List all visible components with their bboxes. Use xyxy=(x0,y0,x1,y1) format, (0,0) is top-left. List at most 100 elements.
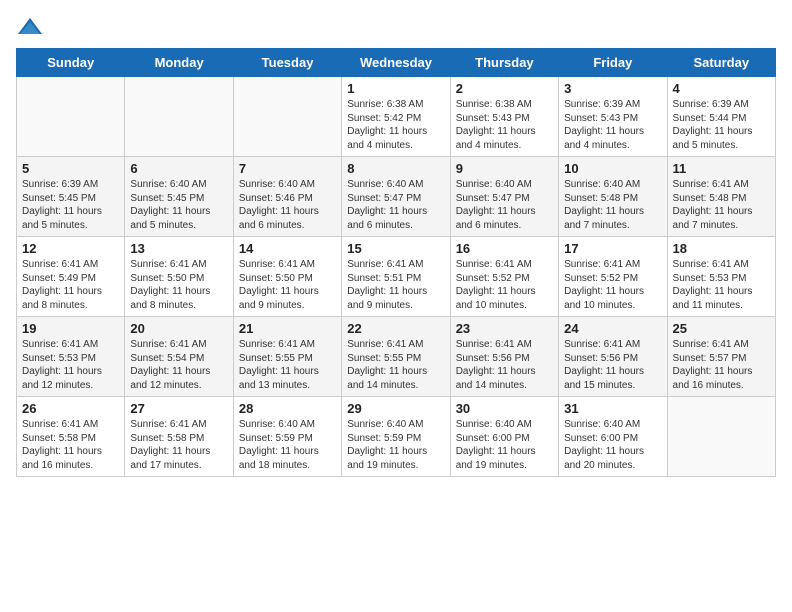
day-header-sunday: Sunday xyxy=(17,49,125,77)
date-number: 13 xyxy=(130,241,227,256)
cell-info: Sunrise: 6:41 AM Sunset: 5:56 PM Dayligh… xyxy=(456,338,553,392)
date-number: 15 xyxy=(347,241,444,256)
date-number: 19 xyxy=(22,321,119,336)
week-row-4: 19 Sunrise: 6:41 AM Sunset: 5:53 PM Dayli… xyxy=(17,317,776,397)
date-number: 11 xyxy=(673,161,770,176)
calendar-cell xyxy=(667,397,775,477)
date-number: 30 xyxy=(456,401,553,416)
calendar-cell: 2 Sunrise: 6:38 AM Sunset: 5:43 PM Daylig… xyxy=(450,77,558,157)
cell-info: Sunrise: 6:40 AM Sunset: 5:59 PM Dayligh… xyxy=(239,418,336,472)
date-number: 6 xyxy=(130,161,227,176)
cell-info: Sunrise: 6:41 AM Sunset: 5:55 PM Dayligh… xyxy=(239,338,336,392)
cell-info: Sunrise: 6:41 AM Sunset: 5:55 PM Dayligh… xyxy=(347,338,444,392)
cell-info: Sunrise: 6:39 AM Sunset: 5:44 PM Dayligh… xyxy=(673,98,770,152)
week-row-1: 1 Sunrise: 6:38 AM Sunset: 5:42 PM Daylig… xyxy=(17,77,776,157)
calendar-cell: 9Sunrise: 6:40 AM Sunset: 5:47 PM Daylig… xyxy=(450,157,558,237)
date-number: 8 xyxy=(347,161,444,176)
calendar-cell: 28 Sunrise: 6:40 AM Sunset: 5:59 PM Dayli… xyxy=(233,397,341,477)
date-number: 14 xyxy=(239,241,336,256)
date-number: 25 xyxy=(673,321,770,336)
cell-info: Sunrise: 6:39 AM Sunset: 5:45 PM Dayligh… xyxy=(22,178,119,232)
calendar-cell: 23 Sunrise: 6:41 AM Sunset: 5:56 PM Dayli… xyxy=(450,317,558,397)
date-number: 7 xyxy=(239,161,336,176)
cell-info: Sunrise: 6:41 AM Sunset: 5:50 PM Dayligh… xyxy=(130,258,227,312)
calendar-cell: 19 Sunrise: 6:41 AM Sunset: 5:53 PM Dayli… xyxy=(17,317,125,397)
calendar-cell: 21 Sunrise: 6:41 AM Sunset: 5:55 PM Dayli… xyxy=(233,317,341,397)
date-number: 22 xyxy=(347,321,444,336)
cell-info: Sunrise: 6:41 AM Sunset: 5:48 PM Dayligh… xyxy=(673,178,770,232)
date-number: 26 xyxy=(22,401,119,416)
cell-info: Sunrise: 6:40 AM Sunset: 5:46 PM Dayligh… xyxy=(239,178,336,232)
day-header-saturday: Saturday xyxy=(667,49,775,77)
calendar-cell: 5 Sunrise: 6:39 AM Sunset: 5:45 PM Daylig… xyxy=(17,157,125,237)
date-number: 28 xyxy=(239,401,336,416)
date-number: 17 xyxy=(564,241,661,256)
date-number: 23 xyxy=(456,321,553,336)
calendar-table: SundayMondayTuesdayWednesdayThursdayFrid… xyxy=(16,48,776,477)
date-number: 18 xyxy=(673,241,770,256)
cell-info: Sunrise: 6:41 AM Sunset: 5:53 PM Dayligh… xyxy=(673,258,770,312)
date-number: 21 xyxy=(239,321,336,336)
calendar-cell: 1 Sunrise: 6:38 AM Sunset: 5:42 PM Daylig… xyxy=(342,77,450,157)
cell-info: Sunrise: 6:40 AM Sunset: 5:48 PM Dayligh… xyxy=(564,178,661,232)
cell-info: Sunrise: 6:41 AM Sunset: 5:56 PM Dayligh… xyxy=(564,338,661,392)
week-row-5: 26 Sunrise: 6:41 AM Sunset: 5:58 PM Dayli… xyxy=(17,397,776,477)
week-row-3: 12Sunrise: 6:41 AM Sunset: 5:49 PM Dayli… xyxy=(17,237,776,317)
calendar-cell: 16Sunrise: 6:41 AM Sunset: 5:52 PM Dayli… xyxy=(450,237,558,317)
week-row-2: 5 Sunrise: 6:39 AM Sunset: 5:45 PM Daylig… xyxy=(17,157,776,237)
calendar-cell: 17 Sunrise: 6:41 AM Sunset: 5:52 PM Dayli… xyxy=(559,237,667,317)
cell-info: Sunrise: 6:38 AM Sunset: 5:42 PM Dayligh… xyxy=(347,98,444,152)
date-number: 29 xyxy=(347,401,444,416)
date-number: 5 xyxy=(22,161,119,176)
calendar-cell: 7 Sunrise: 6:40 AM Sunset: 5:46 PM Daylig… xyxy=(233,157,341,237)
date-number: 2 xyxy=(456,81,553,96)
cell-info: Sunrise: 6:40 AM Sunset: 5:59 PM Dayligh… xyxy=(347,418,444,472)
date-number: 31 xyxy=(564,401,661,416)
calendar-cell: 13 Sunrise: 6:41 AM Sunset: 5:50 PM Dayli… xyxy=(125,237,233,317)
date-number: 10 xyxy=(564,161,661,176)
logo xyxy=(16,16,48,36)
cell-info: Sunrise: 6:41 AM Sunset: 5:51 PM Dayligh… xyxy=(347,258,444,312)
calendar-cell: 29 Sunrise: 6:40 AM Sunset: 5:59 PM Dayli… xyxy=(342,397,450,477)
cell-info: Sunrise: 6:41 AM Sunset: 5:53 PM Dayligh… xyxy=(22,338,119,392)
calendar-cell: 25Sunrise: 6:41 AM Sunset: 5:57 PM Dayli… xyxy=(667,317,775,397)
cell-info: Sunrise: 6:40 AM Sunset: 5:47 PM Dayligh… xyxy=(347,178,444,232)
calendar-cell: 12Sunrise: 6:41 AM Sunset: 5:49 PM Dayli… xyxy=(17,237,125,317)
date-number: 12 xyxy=(22,241,119,256)
date-number: 1 xyxy=(347,81,444,96)
calendar-cell: 26 Sunrise: 6:41 AM Sunset: 5:58 PM Dayli… xyxy=(17,397,125,477)
cell-info: Sunrise: 6:41 AM Sunset: 5:58 PM Dayligh… xyxy=(22,418,119,472)
calendar-cell: 18 Sunrise: 6:41 AM Sunset: 5:53 PM Dayli… xyxy=(667,237,775,317)
logo-icon xyxy=(16,16,44,36)
calendar-cell xyxy=(17,77,125,157)
cell-info: Sunrise: 6:40 AM Sunset: 5:45 PM Dayligh… xyxy=(130,178,227,232)
cell-info: Sunrise: 6:41 AM Sunset: 5:52 PM Dayligh… xyxy=(564,258,661,312)
cell-info: Sunrise: 6:41 AM Sunset: 5:50 PM Dayligh… xyxy=(239,258,336,312)
cell-info: Sunrise: 6:38 AM Sunset: 5:43 PM Dayligh… xyxy=(456,98,553,152)
calendar-cell: 22 Sunrise: 6:41 AM Sunset: 5:55 PM Dayli… xyxy=(342,317,450,397)
cell-info: Sunrise: 6:41 AM Sunset: 5:58 PM Dayligh… xyxy=(130,418,227,472)
calendar-cell: 31 Sunrise: 6:40 AM Sunset: 6:00 PM Dayli… xyxy=(559,397,667,477)
date-number: 27 xyxy=(130,401,227,416)
calendar-cell: 4 Sunrise: 6:39 AM Sunset: 5:44 PM Daylig… xyxy=(667,77,775,157)
calendar-cell xyxy=(125,77,233,157)
calendar-cell: 30Sunrise: 6:40 AM Sunset: 6:00 PM Dayli… xyxy=(450,397,558,477)
calendar-cell: 8 Sunrise: 6:40 AM Sunset: 5:47 PM Daylig… xyxy=(342,157,450,237)
calendar-cell xyxy=(233,77,341,157)
cell-info: Sunrise: 6:40 AM Sunset: 5:47 PM Dayligh… xyxy=(456,178,553,232)
day-header-monday: Monday xyxy=(125,49,233,77)
date-number: 4 xyxy=(673,81,770,96)
date-number: 3 xyxy=(564,81,661,96)
cell-info: Sunrise: 6:40 AM Sunset: 6:00 PM Dayligh… xyxy=(564,418,661,472)
day-header-friday: Friday xyxy=(559,49,667,77)
calendar-cell: 15 Sunrise: 6:41 AM Sunset: 5:51 PM Dayli… xyxy=(342,237,450,317)
day-header-wednesday: Wednesday xyxy=(342,49,450,77)
date-number: 24 xyxy=(564,321,661,336)
cell-info: Sunrise: 6:41 AM Sunset: 5:52 PM Dayligh… xyxy=(456,258,553,312)
calendar-cell: 11 Sunrise: 6:41 AM Sunset: 5:48 PM Dayli… xyxy=(667,157,775,237)
day-header-thursday: Thursday xyxy=(450,49,558,77)
calendar-cell: 27 Sunrise: 6:41 AM Sunset: 5:58 PM Dayli… xyxy=(125,397,233,477)
date-number: 20 xyxy=(130,321,227,336)
page-header xyxy=(16,16,776,36)
cell-info: Sunrise: 6:41 AM Sunset: 5:54 PM Dayligh… xyxy=(130,338,227,392)
